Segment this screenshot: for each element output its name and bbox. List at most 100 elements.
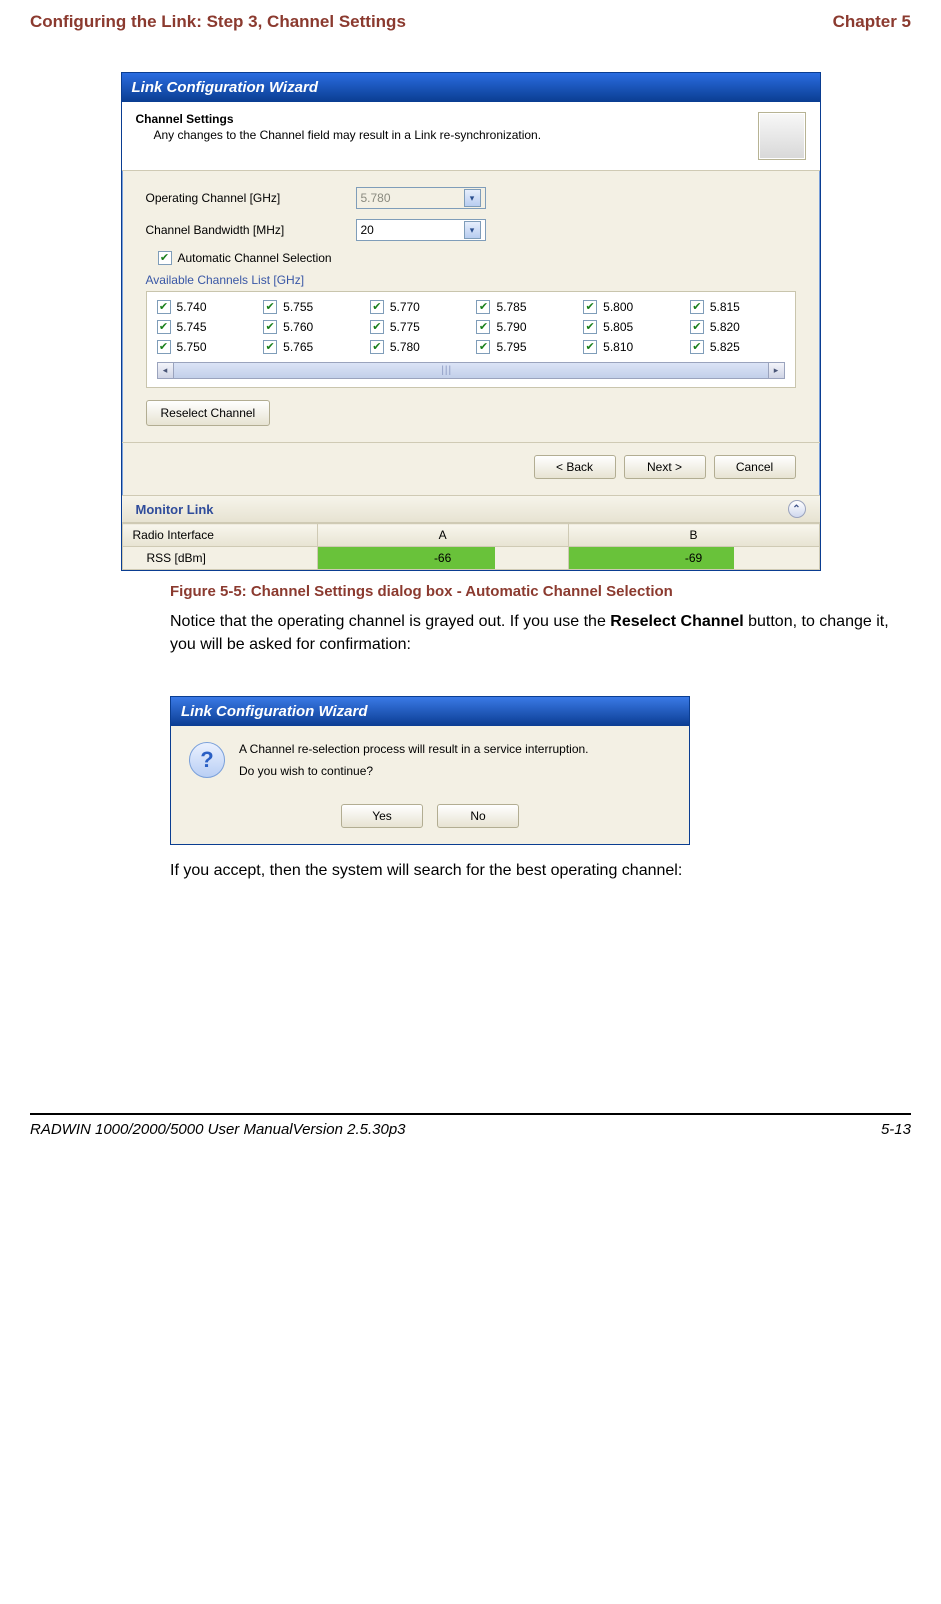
- channel-label: 5.785: [496, 300, 526, 314]
- footer-left: RADWIN 1000/2000/5000 User ManualVersion…: [30, 1121, 406, 1138]
- confirm-line2: Do you wish to continue?: [239, 764, 589, 778]
- header-right: Chapter 5: [833, 12, 911, 32]
- channel-checkbox[interactable]: [476, 320, 490, 334]
- no-button[interactable]: No: [437, 804, 519, 828]
- channel-checkbox[interactable]: [583, 340, 597, 354]
- channel-checkbox[interactable]: [263, 320, 277, 334]
- channel-item[interactable]: 5.775: [370, 320, 465, 334]
- wizard-header-subtitle: Any changes to the Channel field may res…: [154, 128, 542, 142]
- wizard-nav: < Back Next > Cancel: [122, 442, 820, 495]
- channel-item[interactable]: 5.780: [370, 340, 465, 354]
- next-button[interactable]: Next >: [624, 455, 706, 479]
- operating-channel-row: Operating Channel [GHz] 5.780 ▾: [146, 187, 796, 209]
- cancel-button[interactable]: Cancel: [714, 455, 796, 479]
- wizard-header-title: Channel Settings: [136, 112, 542, 126]
- channel-checkbox[interactable]: [157, 320, 171, 334]
- chevron-down-icon[interactable]: ▾: [464, 221, 481, 239]
- scroll-thumb-grip-icon: |||: [381, 363, 512, 378]
- channel-label: 5.750: [177, 340, 207, 354]
- confirm-dialog-buttons: Yes No: [171, 804, 689, 844]
- rss-b-cell: -69: [568, 547, 819, 570]
- channel-label: 5.825: [710, 340, 740, 354]
- wizard-header: Channel Settings Any changes to the Chan…: [122, 102, 820, 171]
- channel-label: 5.775: [390, 320, 420, 334]
- channel-item[interactable]: 5.755: [263, 300, 358, 314]
- operating-channel-input: 5.780 ▾: [356, 187, 486, 209]
- channel-checkbox[interactable]: [690, 300, 704, 314]
- channel-checkbox[interactable]: [263, 300, 277, 314]
- channel-item[interactable]: 5.760: [263, 320, 358, 334]
- acs-checkbox-row[interactable]: Automatic Channel Selection: [158, 251, 796, 265]
- scroll-left-icon[interactable]: ◂: [157, 362, 174, 379]
- scroll-track[interactable]: |||: [174, 362, 768, 379]
- page-header: Configuring the Link: Step 3, Channel Se…: [30, 12, 911, 32]
- back-button[interactable]: < Back: [534, 455, 616, 479]
- channel-checkbox[interactable]: [157, 300, 171, 314]
- channel-item[interactable]: 5.765: [263, 340, 358, 354]
- confirm-dialog-titlebar: Link Configuration Wizard: [171, 697, 689, 726]
- channel-item[interactable]: 5.800: [583, 300, 678, 314]
- scroll-right-icon[interactable]: ▸: [768, 362, 785, 379]
- paragraph-1: Notice that the operating channel is gra…: [170, 610, 910, 656]
- channel-checkbox[interactable]: [370, 340, 384, 354]
- bandwidth-select[interactable]: 20 ▾: [356, 219, 486, 241]
- channel-checkbox[interactable]: [476, 340, 490, 354]
- col-a-header: A: [317, 524, 568, 547]
- paragraph-2: If you accept, then the system will sear…: [170, 859, 910, 882]
- channel-item[interactable]: 5.810: [583, 340, 678, 354]
- col-b-header: B: [568, 524, 819, 547]
- channel-item[interactable]: 5.745: [157, 320, 252, 334]
- page-footer: RADWIN 1000/2000/5000 User ManualVersion…: [30, 1113, 911, 1138]
- reselect-channel-button[interactable]: Reselect Channel: [146, 400, 271, 426]
- channel-item[interactable]: 5.815: [690, 300, 785, 314]
- channel-label: 5.760: [283, 320, 313, 334]
- channels-scrollbar[interactable]: ◂ ||| ▸: [157, 362, 785, 379]
- channel-checkbox[interactable]: [263, 340, 277, 354]
- figure-caption-5-5: Figure 5-5: Channel Settings dialog box …: [170, 583, 911, 600]
- acs-checkbox-label: Automatic Channel Selection: [178, 251, 332, 265]
- channel-checkbox[interactable]: [370, 320, 384, 334]
- confirm-dialog: Link Configuration Wizard ? A Channel re…: [170, 696, 690, 845]
- channel-checkbox[interactable]: [690, 320, 704, 334]
- channel-label: 5.790: [496, 320, 526, 334]
- collapse-icon[interactable]: ⌃: [788, 500, 806, 518]
- channel-checkbox[interactable]: [583, 320, 597, 334]
- bandwidth-row: Channel Bandwidth [MHz] 20 ▾: [146, 219, 796, 241]
- rss-a-cell: -66: [317, 547, 568, 570]
- monitor-link-table: Radio Interface A B RSS [dBm] -66 -69: [122, 523, 820, 570]
- channel-label: 5.815: [710, 300, 740, 314]
- wizard-body: Operating Channel [GHz] 5.780 ▾ Channel …: [122, 171, 820, 442]
- channel-checkbox[interactable]: [690, 340, 704, 354]
- channel-item[interactable]: 5.820: [690, 320, 785, 334]
- channel-label: 5.740: [177, 300, 207, 314]
- rss-label: RSS [dBm]: [122, 547, 317, 570]
- footer-right: 5-13: [881, 1121, 911, 1138]
- channel-checkbox[interactable]: [370, 300, 384, 314]
- channel-item[interactable]: 5.825: [690, 340, 785, 354]
- channel-item[interactable]: 5.805: [583, 320, 678, 334]
- wizard-header-text: Channel Settings Any changes to the Chan…: [136, 112, 542, 142]
- wizard-header-icon: [758, 112, 806, 160]
- channel-label: 5.805: [603, 320, 633, 334]
- yes-button[interactable]: Yes: [341, 804, 423, 828]
- channel-checkbox[interactable]: [583, 300, 597, 314]
- channel-checkbox[interactable]: [157, 340, 171, 354]
- wizard-channel-settings: Link Configuration Wizard Channel Settin…: [121, 72, 821, 571]
- question-icon: ?: [189, 742, 225, 778]
- channel-item[interactable]: 5.740: [157, 300, 252, 314]
- chevron-down-icon: ▾: [464, 189, 481, 207]
- channel-item[interactable]: 5.785: [476, 300, 571, 314]
- operating-channel-value: 5.780: [361, 191, 391, 205]
- channel-label: 5.745: [177, 320, 207, 334]
- channel-item[interactable]: 5.790: [476, 320, 571, 334]
- channel-checkbox[interactable]: [476, 300, 490, 314]
- operating-channel-label: Operating Channel [GHz]: [146, 191, 356, 205]
- channel-item[interactable]: 5.795: [476, 340, 571, 354]
- bandwidth-value: 20: [361, 223, 374, 237]
- channel-label: 5.765: [283, 340, 313, 354]
- channel-item[interactable]: 5.770: [370, 300, 465, 314]
- channel-item[interactable]: 5.750: [157, 340, 252, 354]
- acs-checkbox[interactable]: [158, 251, 172, 265]
- header-left: Configuring the Link: Step 3, Channel Se…: [30, 12, 406, 32]
- confirm-line1: A Channel re-selection process will resu…: [239, 742, 589, 756]
